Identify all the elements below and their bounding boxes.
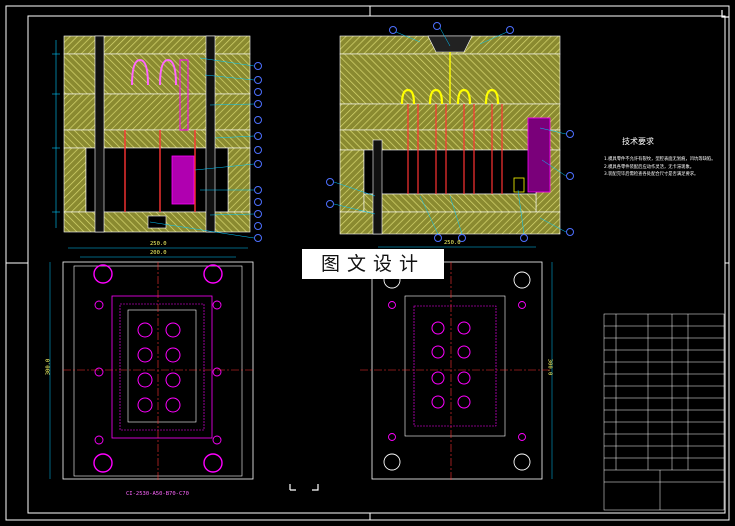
right-plan-view [360, 246, 553, 480]
bill-of-materials [603, 313, 725, 511]
right-section-view [339, 35, 561, 235]
dim-top-width-inner: 200.0 [150, 250, 167, 256]
requirement-line-1: 1.模具零件不允许有裂纹，型腔表面无划痕，凹坑等缺陷。 [604, 157, 716, 162]
dim-right-height: 300.0 [546, 358, 553, 376]
requirement-line-2: 2.模具各零件装配后应动作灵活，无卡滞现象。 [604, 164, 695, 170]
dim-right-top-width: 250.0 [444, 240, 461, 246]
left-view-balloons [254, 62, 262, 242]
dim-top-width: 250.0 [150, 241, 167, 247]
left-plan-view [49, 247, 254, 480]
dim-left-height: 300.0 [45, 358, 52, 376]
technical-requirements-title: 技术要求 [622, 137, 654, 146]
part-code: CI-2530-A50-B70-C70 [126, 491, 189, 497]
requirement-line-3: 3.装配完毕后需检查各处配合尺寸是否满足要求。 [604, 172, 699, 178]
technical-requirements: 1.模具零件不允许有裂纹，型腔表面无划痕，凹坑等缺陷。 2.模具各零件装配后应动… [604, 156, 726, 179]
watermark: 图文设计 [302, 249, 444, 279]
left-section-view [52, 35, 251, 233]
